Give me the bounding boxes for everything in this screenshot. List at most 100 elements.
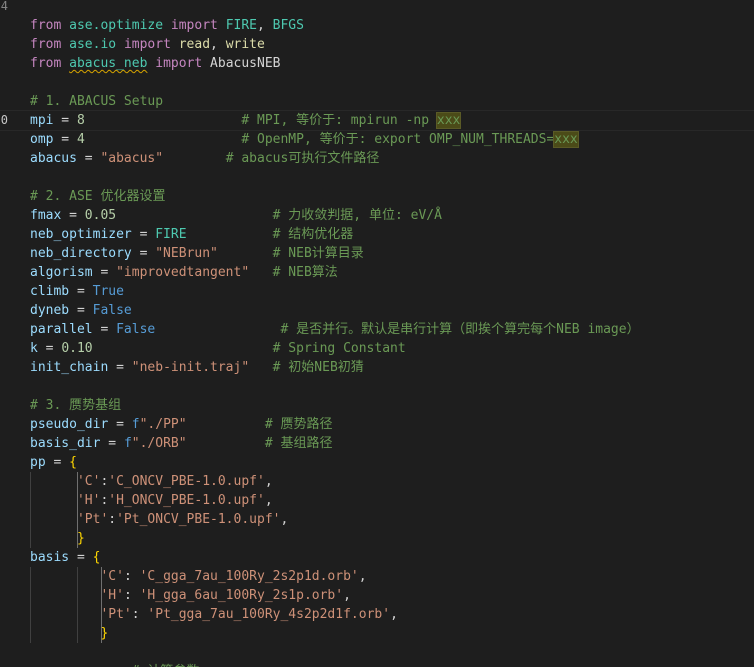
code-token: , xyxy=(280,512,289,527)
code-token: = xyxy=(131,227,156,242)
code-line[interactable]: # 2. ASE 优化器设置 xyxy=(0,187,754,206)
code-line[interactable]: 'Pt':'Pt_ONCV_PBE-1.0.upf', xyxy=(0,510,754,529)
code-text: } xyxy=(30,624,108,643)
code-token: 'Pt_ONCV_PBE-1.0.upf' xyxy=(116,512,281,527)
code-line[interactable]: basis = { xyxy=(0,548,754,567)
code-token: # NEB计算目录 xyxy=(272,246,364,261)
code-token: , xyxy=(358,569,367,584)
code-line[interactable]: 'H':'H_ONCV_PBE-1.0.upf', xyxy=(0,491,754,510)
code-token: 'Pt' xyxy=(100,607,132,622)
code-line[interactable]: 0 mpi = 8 # MPI, 等价于: mpirun -np xxx xyxy=(0,110,754,131)
code-token: = xyxy=(92,265,117,280)
code-line[interactable]: from ase.io import read, write xyxy=(0,35,754,54)
code-token: # 赝势路径 xyxy=(264,417,333,432)
code-token: pp xyxy=(30,455,46,470)
code-token: FIRE xyxy=(155,227,187,242)
code-token: , xyxy=(390,607,398,622)
code-token: # 力收敛判据, 单位: eV/Å xyxy=(272,208,442,223)
code-line[interactable]: # 3. 赝势基组 xyxy=(0,396,754,415)
code-text: # 1. ABACUS Setup xyxy=(30,92,163,111)
code-token: neb_optimizer xyxy=(30,227,132,242)
code-line[interactable]: pp = { xyxy=(0,453,754,472)
code-token: import xyxy=(155,56,203,71)
code-text: climb = True xyxy=(30,282,124,301)
code-token: = xyxy=(45,455,70,470)
code-token: ase.io xyxy=(69,37,117,52)
code-line[interactable]: init_chain = "neb-init.traj" # 初始NEB初猜 xyxy=(0,358,754,377)
code-line[interactable] xyxy=(0,168,754,187)
code-token: from xyxy=(30,18,62,33)
code-line[interactable]: k = 0.10 # Spring Constant xyxy=(0,339,754,358)
code-line[interactable]: from ase.optimize import FIRE, BFGS xyxy=(0,16,754,35)
code-line[interactable] xyxy=(0,377,754,396)
code-line[interactable]: basis_dir = f"./ORB" # 基组路径 xyxy=(0,434,754,453)
code-token: 'H_gga_6au_100Ry_2s1p.orb' xyxy=(139,588,344,603)
code-line[interactable]: } xyxy=(0,624,754,643)
code-token: { xyxy=(69,455,77,470)
code-line[interactable]: 'C':'C_ONCV_PBE-1.0.upf', xyxy=(0,472,754,491)
code-token: k xyxy=(30,341,38,356)
code-line[interactable]: 4 xyxy=(0,0,754,16)
code-line[interactable]: # 1. ABACUS Setup xyxy=(0,92,754,111)
code-token: "improvedtangent" xyxy=(116,265,250,280)
code-token: 'C' xyxy=(76,474,101,489)
line-number: 0 xyxy=(0,113,8,127)
code-line[interactable]: neb_directory = "NEBrun" # NEB计算目录 xyxy=(0,244,754,263)
code-token: write xyxy=(225,37,265,52)
code-line[interactable] xyxy=(0,73,754,92)
code-line[interactable]: 'C': 'C_gga_7au_100Ry_2s2p1d.orb', xyxy=(0,567,754,586)
code-token: 'H_ONCV_PBE-1.0.upf' xyxy=(108,493,265,508)
code-text: # 计算参数 xyxy=(30,662,200,667)
code-line[interactable]: omp = 4 # OpenMP, 等价于: export OMP_NUM_TH… xyxy=(0,130,754,149)
code-text: algorism = "improvedtangent" # NEB算法 xyxy=(30,263,338,282)
code-line[interactable]: # 计算参数 xyxy=(0,662,754,667)
code-line[interactable]: abacus = "abacus" # abacus可执行文件路径 xyxy=(0,149,754,168)
code-token: # MPI, 等价于: mpirun -np xyxy=(241,113,437,128)
code-text: 'H': 'H_gga_6au_100Ry_2s1p.orb', xyxy=(30,586,350,605)
code-line[interactable] xyxy=(0,643,754,662)
code-editor[interactable]: 4 from ase.optimize import FIRE, BFGS from… xyxy=(0,0,754,667)
code-text: # 2. ASE 优化器设置 xyxy=(30,187,165,206)
code-token: fmax xyxy=(30,208,62,223)
code-text: basis_dir = f"./ORB" # 基组路径 xyxy=(30,434,333,453)
code-text: 'C': 'C_gga_7au_100Ry_2s2p1d.orb', xyxy=(30,567,367,586)
code-token: = xyxy=(69,550,93,565)
code-line[interactable]: pseudo_dir = f"./PP" # 赝势路径 xyxy=(0,415,754,434)
code-token: } xyxy=(76,531,85,546)
code-token: = xyxy=(76,151,101,166)
code-token: abacus xyxy=(30,151,77,166)
code-token: "NEBrun" xyxy=(155,246,218,261)
code-line[interactable]: climb = True xyxy=(0,282,754,301)
code-line[interactable]: from abacus_neb import AbacusNEB xyxy=(0,54,754,73)
code-line[interactable]: fmax = 0.05 # 力收敛判据, 单位: eV/Å xyxy=(0,206,754,225)
code-line[interactable]: } xyxy=(0,529,754,548)
code-token: # 初始NEB初猜 xyxy=(272,360,364,375)
code-token: f xyxy=(131,417,140,432)
code-line[interactable]: dyneb = False xyxy=(0,301,754,320)
code-line[interactable]: algorism = "improvedtangent" # NEB算法 xyxy=(0,263,754,282)
code-token: # 基组路径 xyxy=(264,436,333,451)
code-token: 'H' xyxy=(100,588,124,603)
code-line[interactable]: 'Pt': 'Pt_gga_7au_100Ry_4s2p2d1f.orb', xyxy=(0,605,754,624)
code-line[interactable]: 'H': 'H_gga_6au_100Ry_2s1p.orb', xyxy=(0,586,754,605)
code-line[interactable]: neb_optimizer = FIRE # 结构优化器 xyxy=(0,225,754,244)
code-text: mpi = 8 # MPI, 等价于: mpirun -np xxx xyxy=(30,111,462,130)
code-token: = xyxy=(100,436,124,451)
code-line[interactable]: parallel = False # 是否并行。默认是串行计算（即挨个算完每个N… xyxy=(0,320,754,339)
